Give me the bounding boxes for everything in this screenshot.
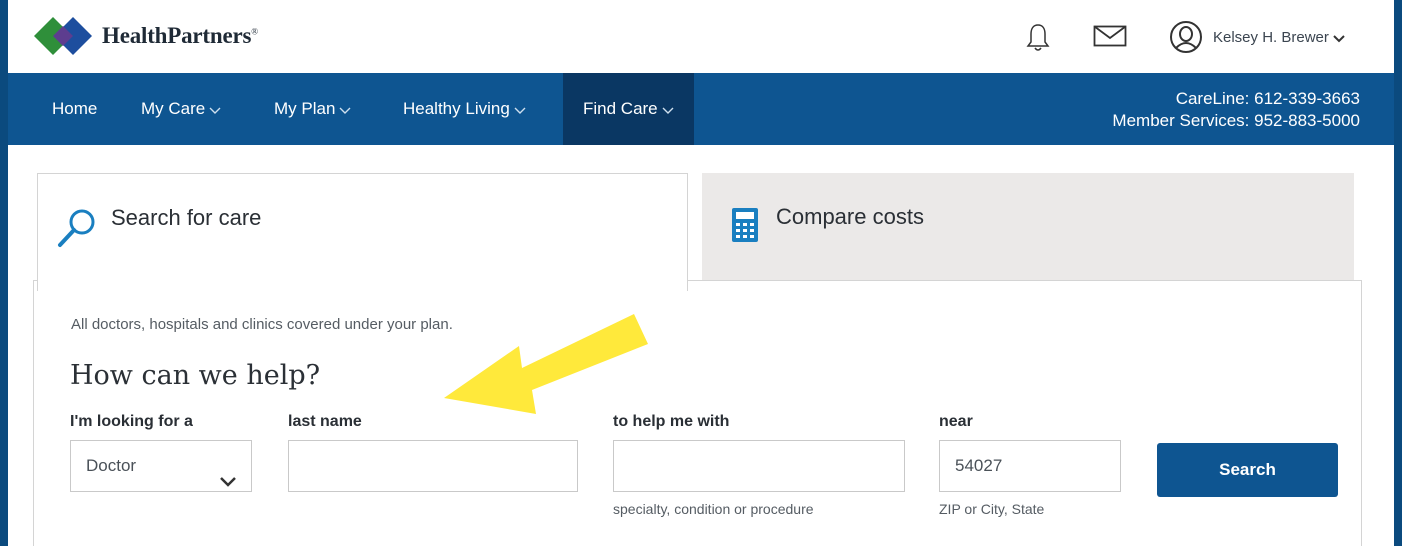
chevron-down-icon xyxy=(514,74,526,146)
last-name-input[interactable] xyxy=(288,440,578,492)
nav-item-home[interactable]: Home xyxy=(52,73,97,145)
location-input[interactable] xyxy=(939,440,1121,492)
logo-text: HealthPartners xyxy=(102,23,252,48)
last-name-label: last name xyxy=(288,413,362,430)
help-me-with-input[interactable] xyxy=(613,440,905,492)
search-panel: All doctors, hospitals and clinics cover… xyxy=(33,280,1362,546)
near-label: near xyxy=(939,413,973,430)
member-services-phone[interactable]: Member Services: 952-883-5000 xyxy=(1112,110,1360,132)
nav-item-my-care[interactable]: My Care xyxy=(141,73,221,145)
logo-registered-mark: ® xyxy=(251,26,258,37)
search-icon xyxy=(55,207,99,254)
nav-item-label: My Plan xyxy=(274,99,336,118)
intro-text: All doctors, hospitals and clinics cover… xyxy=(71,316,453,333)
chevron-down-icon xyxy=(339,74,351,146)
tab-compare-costs[interactable]: Compare costs xyxy=(702,173,1354,280)
bell-icon[interactable] xyxy=(1026,22,1050,57)
chevron-down-icon xyxy=(1333,30,1345,47)
near-hint: ZIP or City, State xyxy=(939,501,1045,517)
logo[interactable]: HealthPartners® xyxy=(32,12,258,60)
user-menu[interactable]: Kelsey H. Brewer xyxy=(1213,29,1345,47)
page-title: How can we help? xyxy=(70,360,321,391)
user-name: Kelsey H. Brewer xyxy=(1213,29,1329,46)
search-button[interactable]: Search xyxy=(1157,443,1338,497)
chevron-down-icon xyxy=(209,74,221,146)
nav-item-my-plan[interactable]: My Plan xyxy=(274,73,351,145)
looking-for-label: I'm looking for a xyxy=(70,413,193,430)
careline-phone[interactable]: CareLine: 612-339-3663 xyxy=(1112,88,1360,110)
chevron-down-icon xyxy=(219,458,237,508)
tab-label: Compare costs xyxy=(776,204,924,229)
nav-item-healthy-living[interactable]: Healthy Living xyxy=(403,73,526,145)
user-icon[interactable] xyxy=(1169,20,1203,59)
nav-item-label: Home xyxy=(52,99,98,118)
nav-item-label: Healthy Living xyxy=(403,99,510,118)
tab-label: Search for care xyxy=(111,205,262,230)
tab-search-for-care[interactable]: Search for care xyxy=(37,173,688,291)
contact-info: CareLine: 612-339-3663 Member Services: … xyxy=(1112,88,1360,132)
top-header: HealthPartners® Kelsey H. Brewer xyxy=(8,0,1394,73)
mail-icon[interactable] xyxy=(1093,25,1127,52)
nav-item-label: Find Care xyxy=(583,99,658,118)
logo-icon xyxy=(34,17,92,55)
calculator-icon xyxy=(732,208,758,247)
help-hint: specialty, condition or procedure xyxy=(613,501,814,517)
provider-type-value: Doctor xyxy=(86,456,137,475)
app-frame: HealthPartners® Kelsey H. Brewer Home My… xyxy=(8,0,1394,546)
provider-type-select[interactable]: Doctor xyxy=(70,440,252,492)
main-nav: Home My Care My Plan Healthy Living Find… xyxy=(8,73,1394,145)
highlight-arrow xyxy=(444,306,654,441)
chevron-down-icon xyxy=(662,74,674,146)
nav-item-label: My Care xyxy=(141,99,206,118)
nav-item-find-care[interactable]: Find Care xyxy=(563,73,694,145)
